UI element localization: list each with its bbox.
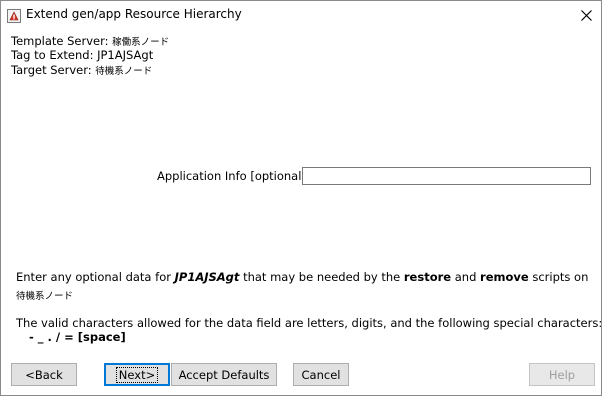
valid-chars-text: The valid characters allowed for the dat… bbox=[16, 316, 602, 330]
instruction-server: 待機系ノード bbox=[16, 291, 74, 302]
help-button[interactable]: Help bbox=[529, 363, 595, 386]
instruction-restore: restore bbox=[403, 270, 452, 284]
instruction-and: and bbox=[451, 270, 481, 284]
instruction-tag: JP1AJSAgt bbox=[174, 270, 240, 284]
instruction-remove: remove bbox=[480, 270, 529, 284]
cancel-button-label: Cancel bbox=[301, 367, 341, 382]
help-button-label: Help bbox=[548, 367, 576, 382]
back-button-label: <Back bbox=[25, 367, 63, 382]
target-server-row: Target Server: 待機系ノード bbox=[11, 63, 152, 77]
instruction-text: Enter any optional data for JP1AJSAgt th… bbox=[16, 270, 588, 284]
tag-value: JP1AJSAgt bbox=[97, 48, 154, 62]
tag-label: Tag to Extend: bbox=[11, 48, 94, 62]
next-button-label: Next> bbox=[115, 366, 159, 383]
target-server-label: Target Server: bbox=[11, 63, 92, 77]
accept-defaults-button-label: Accept Defaults bbox=[178, 367, 270, 382]
close-button[interactable] bbox=[571, 3, 601, 27]
instruction-part2: that may be needed by the bbox=[239, 270, 404, 284]
application-info-label: Application Info [optional] bbox=[157, 169, 306, 183]
app-icon bbox=[7, 8, 21, 23]
template-server-label: Template Server: bbox=[11, 34, 109, 48]
application-info-input[interactable] bbox=[302, 167, 591, 185]
cancel-button[interactable]: Cancel bbox=[293, 363, 349, 386]
close-icon bbox=[580, 6, 592, 25]
instruction-part3: scripts on bbox=[528, 270, 589, 284]
dialog-window: Extend gen/app Resource Hierarchy Templa… bbox=[0, 0, 602, 396]
target-server-value: 待機系ノード bbox=[95, 66, 153, 77]
special-chars-text: - _ . / = [space] bbox=[29, 330, 126, 344]
next-button[interactable]: Next> bbox=[104, 363, 170, 386]
accept-defaults-button[interactable]: Accept Defaults bbox=[171, 363, 277, 386]
title-bar[interactable]: Extend gen/app Resource Hierarchy bbox=[1, 1, 601, 29]
tag-row: Tag to Extend: JP1AJSAgt bbox=[11, 48, 153, 62]
template-server-value: 稼働系ノード bbox=[112, 37, 170, 48]
window-title: Extend gen/app Resource Hierarchy bbox=[26, 7, 242, 21]
instruction-part1: Enter any optional data for bbox=[16, 270, 175, 284]
back-button[interactable]: <Back bbox=[11, 363, 77, 386]
template-server-row: Template Server: 稼働系ノード bbox=[11, 34, 169, 48]
